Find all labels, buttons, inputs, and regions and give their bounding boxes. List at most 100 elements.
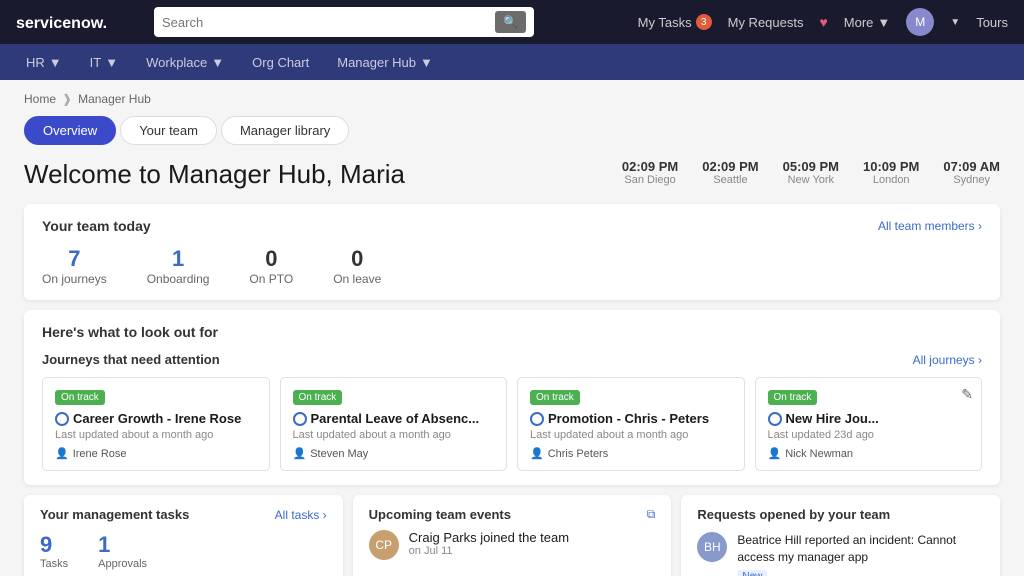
my-tasks-link[interactable]: My Tasks 3 — [638, 14, 712, 30]
mgmt-tasks-card: Your management tasks All tasks › 9 Task… — [24, 495, 343, 576]
welcome-row: Welcome to Manager Hub, Maria 02:09 PM S… — [24, 159, 1000, 190]
all-tasks-link[interactable]: All tasks › — [275, 508, 327, 522]
journey-name-0: Career Growth - Irene Rose — [55, 411, 257, 426]
journey-name-3: New Hire Jou... — [768, 411, 970, 426]
logo-svg: servicenow. — [16, 11, 126, 33]
compass-icon-2 — [530, 412, 544, 426]
stat-leave-label: On leave — [333, 272, 381, 286]
clock-london: 10:09 PM London — [863, 159, 919, 186]
all-journeys-link[interactable]: All journeys › — [913, 353, 982, 367]
journey-card-0: On track Career Growth - Irene Rose Last… — [42, 377, 270, 471]
events-title: Upcoming team events — [369, 507, 511, 522]
stat-pto: 0 On PTO — [249, 246, 293, 286]
breadcrumb-separator: ❱ — [62, 92, 72, 106]
breadcrumb-home[interactable]: Home — [24, 92, 56, 106]
search-box[interactable]: 🔍 — [154, 7, 534, 37]
search-button[interactable]: 🔍 — [495, 11, 526, 33]
subnav-it[interactable]: IT ▼ — [80, 51, 128, 74]
tab-manager-library[interactable]: Manager library — [221, 116, 349, 145]
event-name: Craig Parks joined the team — [409, 530, 569, 545]
journey-card-3: On track New Hire Jou... Last updated 23… — [755, 377, 983, 471]
request-avatar: BH — [697, 532, 727, 562]
top-nav-right: My Tasks 3 My Requests ♥ More ▼ M ▼ Tour… — [638, 8, 1008, 36]
events-external-link-icon[interactable]: ⧉ — [647, 507, 656, 522]
team-today-header: Your team today All team members › — [42, 218, 982, 234]
request-details: Beatrice Hill reported an incident: Cann… — [737, 532, 984, 576]
team-today-title: Your team today — [42, 218, 151, 234]
avatar[interactable]: M — [906, 8, 934, 36]
tours-label: Tours — [976, 15, 1008, 30]
edit-icon[interactable]: ✎ — [961, 386, 973, 403]
requests-card: Requests opened by your team BH Beatrice… — [681, 495, 1000, 576]
clocks-container: 02:09 PM San Diego 02:09 PM Seattle 05:0… — [622, 159, 1000, 186]
subnav-hr-label: HR — [26, 55, 45, 70]
logo: servicenow. — [16, 11, 126, 33]
person-icon-0: 👤 — [55, 447, 69, 460]
person-icon-1: 👤 — [293, 447, 307, 460]
requests-header: Requests opened by your team — [697, 507, 984, 522]
favorites-icon[interactable]: ♥ — [819, 14, 827, 30]
request-item: BH Beatrice Hill reported an incident: C… — [697, 532, 984, 576]
event-date: on Jul 11 — [409, 545, 569, 557]
subnav-hr[interactable]: HR ▼ — [16, 51, 72, 74]
clock-sydney-city: Sydney — [943, 174, 1000, 186]
person-icon-3: 👤 — [768, 447, 782, 460]
avatar-initials: M — [915, 15, 925, 29]
subnav-workplace[interactable]: Workplace ▼ — [136, 51, 234, 74]
journey-card-2: On track Promotion - Chris - Peters Last… — [517, 377, 745, 471]
all-team-members-link[interactable]: All team members › — [878, 219, 982, 233]
more-link[interactable]: More ▼ — [844, 15, 891, 30]
tabs-container: Overview Your team Manager library — [24, 116, 1000, 145]
stat-journeys-label: On journeys — [42, 272, 107, 286]
journey-name-2: Promotion - Chris - Peters — [530, 411, 732, 426]
tours-link[interactable]: Tours — [976, 15, 1008, 30]
lookout-title: Here's what to look out for — [42, 324, 982, 340]
compass-icon-1 — [293, 412, 307, 426]
bottom-row: Your management tasks All tasks › 9 Task… — [24, 495, 1000, 576]
subnav-managerhub[interactable]: Manager Hub ▼ — [327, 51, 443, 74]
journey-badge-3: On track — [768, 390, 818, 405]
event-avatar: CP — [369, 530, 399, 560]
compass-icon-3 — [768, 412, 782, 426]
request-status-badge: New — [737, 570, 767, 576]
journeys-header: Journeys that need attention All journey… — [42, 352, 982, 367]
search-input[interactable] — [162, 15, 495, 30]
subnav-it-chevron: ▼ — [105, 55, 118, 70]
journey-updated-1: Last updated about a month ago — [293, 429, 495, 441]
journey-card-1: On track Parental Leave of Absenc... Las… — [280, 377, 508, 471]
journey-updated-0: Last updated about a month ago — [55, 429, 257, 441]
journey-updated-2: Last updated about a month ago — [530, 429, 732, 441]
stat-onboarding-label: Onboarding — [147, 272, 210, 286]
clock-newyork: 05:09 PM New York — [783, 159, 839, 186]
journey-name-1: Parental Leave of Absenc... — [293, 411, 495, 426]
clock-london-city: London — [863, 174, 919, 186]
event-details: Craig Parks joined the team on Jul 11 — [409, 530, 569, 557]
journey-cards-container: On track Career Growth - Irene Rose Last… — [42, 377, 982, 471]
my-requests-link[interactable]: My Requests — [728, 15, 804, 30]
events-header: Upcoming team events ⧉ — [369, 507, 656, 522]
tasks-badge: 3 — [696, 14, 712, 30]
journeys-title: Journeys that need attention — [42, 352, 220, 367]
event-item: CP Craig Parks joined the team on Jul 11 — [369, 530, 656, 560]
clock-seattle-time: 02:09 PM — [702, 159, 758, 174]
subnav-orgchart[interactable]: Org Chart — [242, 51, 319, 74]
request-avatar-initials: BH — [704, 540, 721, 554]
upcoming-events-card: Upcoming team events ⧉ CP Craig Parks jo… — [353, 495, 672, 576]
mgmt-stats: 9 Tasks 1 Approvals — [40, 532, 327, 570]
tab-overview[interactable]: Overview — [24, 116, 116, 145]
more-chevron-icon: ▼ — [877, 15, 890, 30]
clock-sydney: 07:09 AM Sydney — [943, 159, 1000, 186]
person-icon-2: 👤 — [530, 447, 544, 460]
breadcrumb: Home ❱ Manager Hub — [24, 92, 1000, 106]
sub-navigation: HR ▼ IT ▼ Workplace ▼ Org Chart Manager … — [0, 44, 1024, 80]
stat-journeys: 7 On journeys — [42, 246, 107, 286]
stat-pto-label: On PTO — [249, 272, 293, 286]
compass-icon-0 — [55, 412, 69, 426]
subnav-workplace-label: Workplace — [146, 55, 207, 70]
team-stats: 7 On journeys 1 Onboarding 0 On PTO 0 On… — [42, 246, 982, 286]
request-text: Beatrice Hill reported an incident: Cann… — [737, 532, 984, 566]
mgmt-tasks-label: Tasks — [40, 558, 68, 570]
tab-your-team[interactable]: Your team — [120, 116, 217, 145]
mgmt-approvals-stat: 1 Approvals — [98, 532, 147, 570]
my-requests-label: My Requests — [728, 15, 804, 30]
